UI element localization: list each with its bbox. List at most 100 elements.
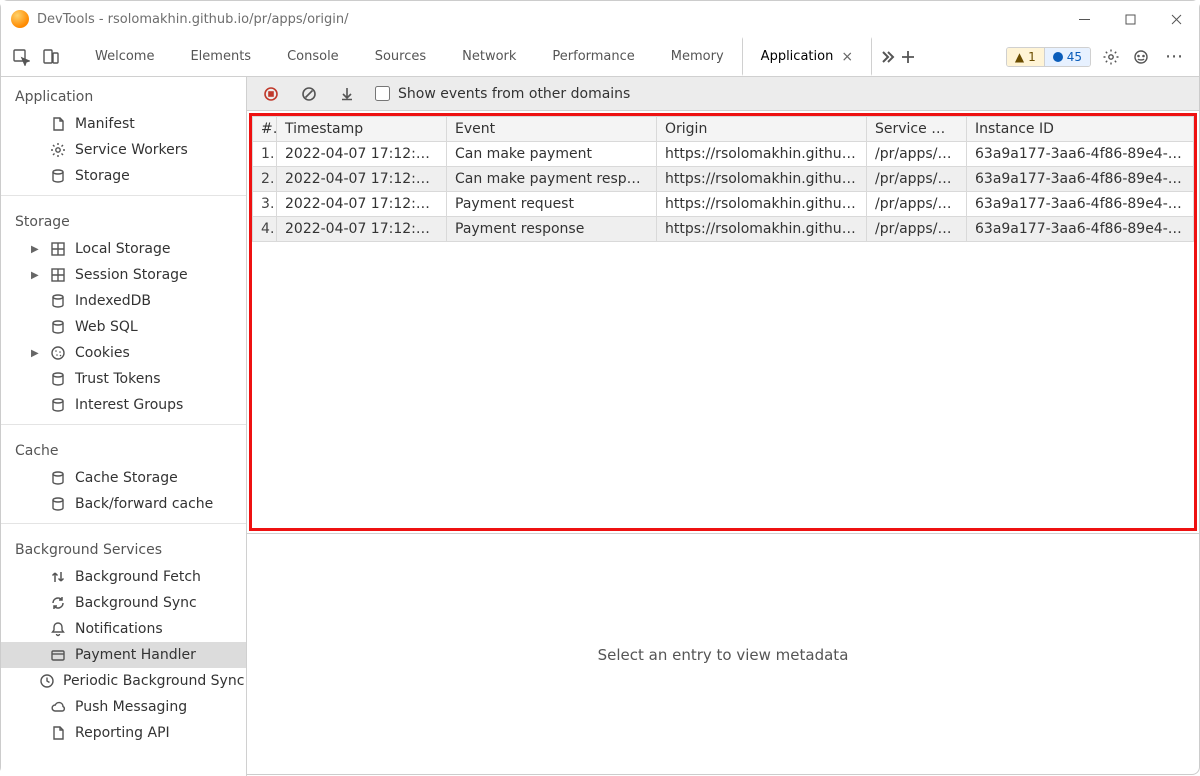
sidebar-item-trust-tokens[interactable]: Trust Tokens <box>1 366 246 392</box>
sidebar-item-cookies[interactable]: ▶Cookies <box>1 340 246 366</box>
db-icon <box>49 495 67 513</box>
expand-icon[interactable]: ▶ <box>31 244 41 255</box>
sidebar-item-label: Web SQL <box>75 319 138 335</box>
clock-icon <box>39 672 55 690</box>
close-icon[interactable]: × <box>841 49 853 65</box>
tab-label: Application <box>761 49 834 64</box>
col-event[interactable]: Event <box>447 117 657 142</box>
cell-n: 2 <box>253 167 277 192</box>
devtools-app-icon <box>11 10 29 28</box>
overflow-menu-icon[interactable]: ⋯ <box>1161 46 1189 67</box>
table-row[interactable]: 42022-04-07 17:12:13.6…Payment responseh… <box>253 217 1194 242</box>
tab-application[interactable]: Application × <box>742 37 872 76</box>
sidebar-item-label: Storage <box>75 168 130 184</box>
cell-id: 63a9a177-3aa6-4f86-89e4-1… <box>967 192 1194 217</box>
warnings-chip[interactable]: ▲ 1 <box>1007 48 1045 66</box>
detail-pane: Select an entry to view metadata <box>247 533 1199 776</box>
sidebar-item-background-sync[interactable]: Background Sync <box>1 590 246 616</box>
sidebar-item-label: Manifest <box>75 116 135 132</box>
sidebar-item-cache-storage[interactable]: Cache Storage <box>1 465 246 491</box>
save-button[interactable] <box>337 84 357 104</box>
tab-welcome[interactable]: Welcome <box>77 37 172 76</box>
tab-sources[interactable]: Sources <box>357 37 444 76</box>
col-sw[interactable]: Service Wor… <box>867 117 967 142</box>
col-instance[interactable]: Instance ID <box>967 117 1194 142</box>
sidebar-item-label: Reporting API <box>75 725 170 741</box>
info-chip[interactable]: 45 <box>1045 48 1090 66</box>
db-icon <box>49 469 67 487</box>
col-origin[interactable]: Origin <box>657 117 867 142</box>
window-titlebar: DevTools - rsolomakhin.github.io/pr/apps… <box>1 1 1199 37</box>
sidebar-item-payment-handler[interactable]: Payment Handler <box>1 642 246 668</box>
db-icon <box>49 292 67 310</box>
record-button[interactable] <box>261 84 281 104</box>
cell-ts: 2022-04-07 17:12:13.6… <box>277 217 447 242</box>
info-count: 45 <box>1067 50 1082 64</box>
tab-label: Performance <box>552 49 634 64</box>
info-icon <box>1053 52 1063 62</box>
clear-button[interactable] <box>299 84 319 104</box>
cell-id: 63a9a177-3aa6-4f86-89e4-1… <box>967 142 1194 167</box>
window-close-button[interactable] <box>1153 1 1199 37</box>
sidebar-item-session-storage[interactable]: ▶Session Storage <box>1 262 246 288</box>
sidebar-item-periodic-background-sync[interactable]: Periodic Background Sync <box>1 668 246 694</box>
tab-memory[interactable]: Memory <box>653 37 742 76</box>
window-minimize-button[interactable] <box>1061 1 1107 37</box>
sidebar-item-label: Cache Storage <box>75 470 178 486</box>
tab-label: Elements <box>190 49 251 64</box>
col-num[interactable]: # <box>253 117 277 142</box>
settings-icon[interactable] <box>1101 47 1121 67</box>
sidebar-item-background-fetch[interactable]: Background Fetch <box>1 564 246 590</box>
sidebar-item-back-forward-cache[interactable]: Back/forward cache <box>1 491 246 517</box>
cell-n: 4 <box>253 217 277 242</box>
cell-ts: 2022-04-07 17:12:12.2… <box>277 142 447 167</box>
sidebar-item-label: Back/forward cache <box>75 496 213 512</box>
cell-id: 63a9a177-3aa6-4f86-89e4-1… <box>967 217 1194 242</box>
issue-counters[interactable]: ▲ 1 45 <box>1006 47 1091 67</box>
application-sidebar[interactable]: Application Manifest Service Workers Stora… <box>1 77 247 776</box>
tab-performance[interactable]: Performance <box>534 37 652 76</box>
cell-id: 63a9a177-3aa6-4f86-89e4-1… <box>967 167 1194 192</box>
sidebar-item-local-storage[interactable]: ▶Local Storage <box>1 236 246 262</box>
sidebar-item-notifications[interactable]: Notifications <box>1 616 246 642</box>
tab-label: Sources <box>375 49 426 64</box>
col-timestamp[interactable]: Timestamp <box>277 117 447 142</box>
sidebar-item-storage[interactable]: Storage <box>1 163 246 189</box>
sidebar-item-label: Background Sync <box>75 595 197 611</box>
tab-elements[interactable]: Elements <box>172 37 269 76</box>
sidebar-item-indexeddb[interactable]: IndexedDB <box>1 288 246 314</box>
cell-ev: Can make payment response <box>447 167 657 192</box>
panel-tabstrip: Welcome Elements Console Sources Network… <box>1 37 1199 77</box>
sidebar-item-reporting-api[interactable]: Reporting API <box>1 720 246 746</box>
updown-icon <box>49 568 67 586</box>
grid-icon <box>49 266 67 284</box>
table-row[interactable]: 32022-04-07 17:12:13.6…Payment requestht… <box>253 192 1194 217</box>
sidebar-item-interest-groups[interactable]: Interest Groups <box>1 392 246 418</box>
device-toolbar-icon[interactable] <box>41 47 61 67</box>
sidebar-item-web-sql[interactable]: Web SQL <box>1 314 246 340</box>
tab-network[interactable]: Network <box>444 37 534 76</box>
cell-ev: Can make payment <box>447 142 657 167</box>
show-other-domains-checkbox[interactable] <box>375 86 390 101</box>
add-tab-icon[interactable] <box>898 47 918 67</box>
window-maximize-button[interactable] <box>1107 1 1153 37</box>
db-icon <box>49 396 67 414</box>
inspect-element-icon[interactable] <box>11 47 31 67</box>
sidebar-item-push-messaging[interactable]: Push Messaging <box>1 694 246 720</box>
expand-icon[interactable]: ▶ <box>31 270 41 281</box>
more-tabs-icon[interactable] <box>878 47 898 67</box>
table-row[interactable]: 22022-04-07 17:12:12.2…Can make payment … <box>253 167 1194 192</box>
tab-label: Welcome <box>95 49 154 64</box>
sidebar-item-service-workers[interactable]: Service Workers <box>1 137 246 163</box>
sidebar-item-label: Service Workers <box>75 142 188 158</box>
detail-placeholder: Select an entry to view metadata <box>598 646 849 664</box>
sidebar-item-manifest[interactable]: Manifest <box>1 111 246 137</box>
show-other-domains-toggle[interactable]: Show events from other domains <box>375 86 630 102</box>
events-table[interactable]: # Timestamp Event Origin Service Wor… In… <box>252 116 1194 242</box>
expand-icon[interactable]: ▶ <box>31 348 41 359</box>
cell-sw: /pr/apps/ori… <box>867 217 967 242</box>
feedback-icon[interactable] <box>1131 47 1151 67</box>
table-row[interactable]: 12022-04-07 17:12:12.2…Can make paymenth… <box>253 142 1194 167</box>
tab-console[interactable]: Console <box>269 37 357 76</box>
sidebar-section-application: Application <box>1 77 246 111</box>
